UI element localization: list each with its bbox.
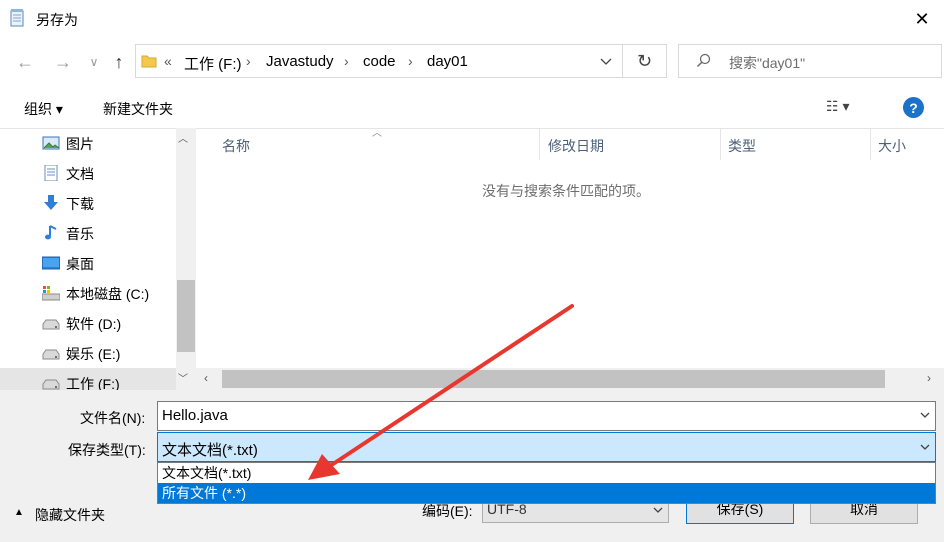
sidebar-item-label: 桌面	[66, 256, 94, 272]
filename-label: 文件名(N):	[80, 410, 146, 426]
sidebar-item-label: 软件 (D:)	[66, 316, 122, 332]
filename-field[interactable]	[157, 401, 936, 431]
filename-value[interactable]: Hello.java	[162, 407, 228, 424]
scroll-down-icon[interactable]: ﹀	[178, 370, 188, 385]
folder-icon	[141, 55, 157, 68]
breadcrumb-separator: ›	[408, 53, 413, 69]
sidebar-item-label: 文档	[66, 166, 94, 182]
encoding-label: 编码(E):	[422, 503, 473, 519]
drive-icon	[42, 315, 60, 331]
column-header-size[interactable]: 大小	[878, 136, 906, 156]
music-icon	[42, 225, 60, 241]
recent-locations-button[interactable]: ∨	[80, 48, 108, 76]
column-header-date[interactable]: 修改日期	[548, 136, 604, 156]
sidebar-item[interactable]: 本地磁盘 (C:)	[0, 278, 176, 308]
chevron-down-icon[interactable]	[918, 408, 932, 422]
close-button[interactable]: ✕	[900, 0, 944, 38]
sidebar-item[interactable]: 文档	[0, 158, 176, 188]
sidebar-item[interactable]: 桌面	[0, 248, 176, 278]
sidebar-item[interactable]: 软件 (D:)	[0, 308, 176, 338]
documents-icon	[42, 164, 60, 182]
system-drive-icon	[41, 285, 61, 301]
sidebar-item[interactable]: 娱乐 (E:)	[0, 338, 176, 368]
forward-button[interactable]: →	[49, 48, 77, 76]
desktop-icon	[41, 255, 61, 271]
breadcrumb-item[interactable]: code	[363, 53, 396, 70]
filetype-option-highlighted[interactable]: 所有文件 (*.*)	[158, 483, 935, 503]
sidebar-item-label: 娱乐 (E:)	[66, 346, 121, 362]
column-header-name[interactable]: 名称	[222, 136, 250, 156]
title-bar	[0, 0, 944, 38]
filetype-value[interactable]: 文本文档(*.txt)	[162, 439, 258, 460]
scroll-right-icon[interactable]: ›	[927, 371, 931, 385]
breadcrumb-separator: ›	[246, 53, 251, 69]
refresh-button[interactable]: ↻	[623, 44, 667, 78]
breadcrumb-overflow[interactable]: «	[164, 53, 172, 69]
column-divider[interactable]	[539, 128, 540, 160]
chevron-down-icon[interactable]	[589, 44, 623, 78]
sidebar-item-label: 本地磁盘 (C:)	[66, 286, 150, 302]
nav-scrollbar-thumb[interactable]	[177, 280, 195, 352]
scroll-up-icon[interactable]: ︿	[178, 130, 188, 145]
downloads-icon	[42, 195, 60, 211]
drive-icon	[42, 375, 60, 391]
empty-message: 没有与搜索条件匹配的项。	[482, 183, 650, 199]
new-folder-button[interactable]: 新建文件夹	[103, 99, 173, 119]
horizontal-scrollbar-thumb[interactable]	[222, 370, 885, 388]
breadcrumb-separator: ›	[344, 53, 349, 69]
search-box[interactable]	[678, 44, 942, 78]
sidebar-item-label: 音乐	[66, 226, 94, 242]
up-button[interactable]: ↑	[105, 48, 133, 76]
chevron-up-icon[interactable]: ▲	[14, 507, 24, 518]
help-button[interactable]: ?	[903, 97, 924, 118]
chevron-down-icon[interactable]	[651, 503, 665, 517]
search-icon	[697, 53, 711, 67]
back-button[interactable]: ←	[11, 48, 39, 76]
notepad-icon	[10, 9, 24, 27]
pictures-icon	[42, 135, 60, 151]
filetype-select[interactable]	[157, 432, 936, 462]
sidebar-item[interactable]: 下载	[0, 188, 176, 218]
chevron-down-icon[interactable]	[918, 440, 932, 454]
filetype-option[interactable]: 文本文档(*.txt)	[158, 463, 935, 483]
drive-icon	[42, 345, 60, 361]
file-list[interactable]	[196, 128, 944, 391]
sidebar-item-label: 下载	[66, 196, 94, 212]
sidebar-item[interactable]: 音乐	[0, 218, 176, 248]
column-header-type[interactable]: 类型	[728, 136, 756, 156]
sidebar-item-label: 图片	[66, 136, 94, 152]
scroll-left-icon[interactable]: ‹	[204, 371, 208, 385]
sort-indicator-icon: ︿	[372, 128, 382, 139]
hide-folders-button[interactable]: 隐藏文件夹	[35, 505, 105, 525]
column-divider[interactable]	[720, 128, 721, 160]
filetype-label: 保存类型(T):	[68, 442, 146, 458]
sidebar-item[interactable]: 图片	[0, 128, 176, 158]
window-title: 另存为	[36, 12, 78, 28]
breadcrumb-item[interactable]: 工作 (F:)	[184, 53, 242, 74]
column-divider[interactable]	[870, 128, 871, 160]
organize-button[interactable]: 组织 ▾	[24, 99, 63, 119]
breadcrumb-item[interactable]: Javastudy	[266, 53, 334, 70]
view-options-button[interactable]: ☷ ▾	[826, 98, 849, 115]
breadcrumb-item[interactable]: day01	[427, 53, 468, 70]
search-input[interactable]: 搜索"day01"	[729, 53, 805, 73]
